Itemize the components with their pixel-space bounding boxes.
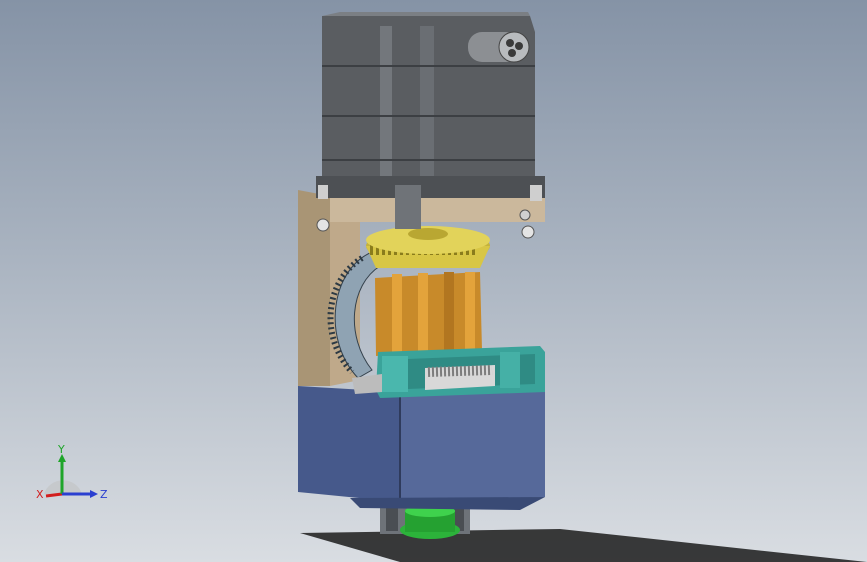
x-axis-label: X (36, 488, 44, 501)
y-axis-label: Y (57, 443, 65, 456)
view-triad[interactable]: X Y Z (28, 440, 118, 510)
rotor-core[interactable] (375, 272, 482, 356)
z-axis-label: Z (100, 488, 108, 501)
x-axis-line (45, 492, 63, 498)
gearbox-housing[interactable] (298, 383, 545, 510)
gear-motor-model[interactable] (0, 0, 867, 562)
cad-viewport[interactable]: X Y Z (0, 0, 867, 562)
gear-bracket[interactable] (352, 346, 545, 398)
z-axis-arrowhead (90, 490, 98, 498)
motor-connector[interactable] (468, 31, 530, 63)
top-bevel-gear[interactable] (366, 226, 490, 268)
